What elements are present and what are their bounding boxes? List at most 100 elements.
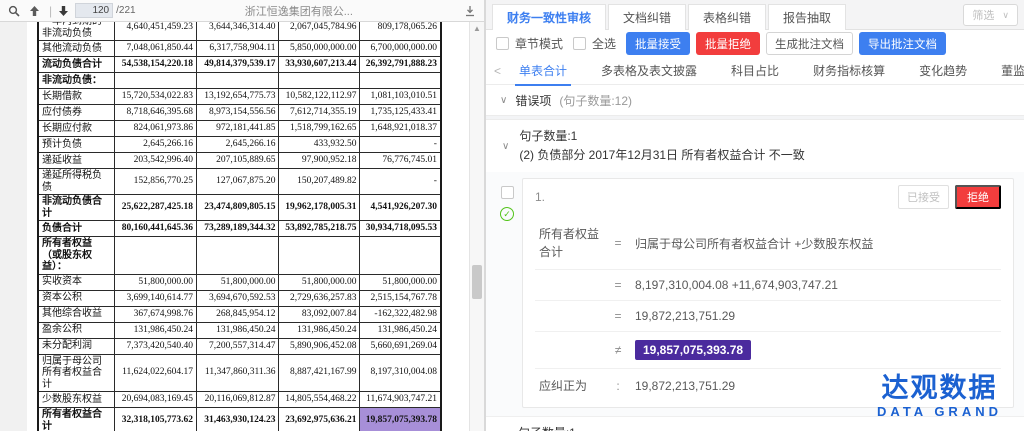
error-card-zone: ✓ 1. 已接受 拒绝 所有者权益合计=归属于母公司所有者权益合计 +少数股东权… (486, 172, 1024, 416)
table-row: 流动负债合计54,538,154,220.1849,814,379,539.17… (38, 57, 441, 73)
select-all-checkbox[interactable] (573, 37, 586, 50)
value-cell: 14,805,554,468.22 (279, 392, 360, 408)
error-list-item[interactable]: >句子数量:12、合并利润表 2017年度 二、营业总成本 不一致 (486, 416, 1024, 431)
document-title: 浙江恒逸集团有限公... (136, 3, 462, 19)
formula-value: 8,197,310,004.08 +11,674,903,747.21 (631, 270, 1001, 301)
value-cell: 4,541,926,207.30 (360, 195, 441, 221)
value-cell (114, 237, 196, 275)
row-label: 长期借款 (38, 89, 114, 105)
arrow-up-icon[interactable] (26, 3, 42, 19)
value-cell: 2,729,636,257.83 (279, 290, 360, 306)
generate-annotated-doc-button[interactable]: 生成批注文档 (766, 32, 853, 55)
table-row: 长期应付款824,061,973.86972,181,441.851,518,7… (38, 121, 441, 137)
subtab-multi-table-disclosure[interactable]: 多表格及表文披露 (591, 56, 707, 86)
value-cell: 127,067,875.20 (196, 169, 278, 195)
value-cell: 83,092,007.84 (279, 306, 360, 322)
value-cell: 6,700,000,000.00 (360, 41, 441, 57)
value-cell: 1,735,125,433.41 (360, 105, 441, 121)
table-row: 其他流动负债7,048,061,850.446,317,758,904.115,… (38, 41, 441, 57)
value-cell: 31,463,930,124.23 (196, 408, 278, 431)
value-cell: 131,986,450.24 (279, 322, 360, 338)
value-cell: 73,289,189,344.32 (196, 221, 278, 237)
value-cell: 53,892,785,218.75 (279, 221, 360, 237)
value-cell: 824,061,973.86 (114, 121, 196, 137)
page-number-input[interactable] (75, 3, 113, 18)
error-group-header[interactable]: ∨ 错误项 (句子数量:12) (486, 85, 1024, 115)
subtab-trend[interactable]: 变化趋势 (909, 56, 977, 86)
formula-row: ≠19,857,075,393.78 (535, 332, 1001, 369)
formula-row: 应纠正为:19,872,213,751.29 (535, 369, 1001, 404)
value-cell (196, 237, 278, 275)
value-cell: 367,674,998.76 (114, 306, 196, 322)
value-cell: 5,660,691,269.04 (360, 338, 441, 354)
formula-value: 19,857,075,393.78 (631, 332, 1001, 369)
value-cell: 433,932.50 (279, 137, 360, 153)
value-cell (279, 73, 360, 89)
row-label: 一年内到期的非流动负债 (38, 22, 114, 41)
value-cell: 51,800,000.00 (114, 274, 196, 290)
row-label: 归属于母公司所有者权益合计 (38, 354, 114, 392)
row-label: 预计负债 (38, 137, 114, 153)
value-cell: 6,317,758,904.11 (196, 41, 278, 57)
table-row: 少数股东权益20,694,083,169.4520,116,069,812.87… (38, 392, 441, 408)
tab-document-correction[interactable]: 文档纠错 (608, 4, 686, 30)
value-cell: 11,674,903,747.21 (360, 392, 441, 408)
value-cell: 51,800,000.00 (360, 274, 441, 290)
pdf-scrollbar[interactable]: ▲ (469, 22, 484, 431)
accepted-button[interactable]: 已接受 (898, 185, 949, 209)
chapter-mode-checkbox[interactable] (496, 37, 509, 50)
value-cell (360, 73, 441, 89)
row-label: 所有者权益合计 (38, 408, 114, 431)
value-cell: 13,192,654,775.73 (196, 89, 278, 105)
value-cell: 23,474,809,805.15 (196, 195, 278, 221)
value-cell: 809,178,065.26 (360, 22, 441, 41)
row-label: 流动负债合计 (38, 57, 114, 73)
subtab-financial-indicator[interactable]: 财务指标核算 (803, 56, 895, 86)
download-icon[interactable] (462, 3, 478, 19)
table-row: 预计负债2,645,266.162,645,266.16433,932.50- (38, 137, 441, 153)
filter-dropdown[interactable]: 筛选 ∨ (963, 4, 1018, 26)
formula-value: 19,872,213,751.29 (631, 369, 1001, 404)
value-cell: 2,067,045,784.96 (279, 22, 360, 41)
balance-sheet-table: 一年内到期的非流动负债4,640,451,459.233,644,346,314… (37, 22, 442, 431)
chevron-left-icon[interactable]: < (494, 64, 501, 78)
value-cell: 972,181,441.85 (196, 121, 278, 137)
row-label: 少数股东权益 (38, 392, 114, 408)
reject-button[interactable]: 拒绝 (955, 185, 1001, 209)
value-cell (114, 73, 196, 89)
value-cell: 131,986,450.24 (196, 322, 278, 338)
table-row: 所有者权益合计32,318,105,773.6231,463,930,124.2… (38, 408, 441, 431)
subtab-account-ratio[interactable]: 科目占比 (721, 56, 789, 86)
arrow-down-icon[interactable] (55, 3, 71, 19)
row-label: 负债合计 (38, 221, 114, 237)
chevron-down-icon: ∨ (1002, 10, 1009, 21)
search-icon[interactable] (6, 3, 22, 19)
module-tab-bar: 财务一致性审核 文档纠错 表格纠错 报告抽取 筛选 ∨ (486, 0, 1024, 30)
value-cell: 51,800,000.00 (196, 274, 278, 290)
table-row: 资本公积3,699,140,614.773,694,670,592.532,72… (38, 290, 441, 306)
formula-value: 归属于母公司所有者权益合计 +少数股东权益 (631, 217, 1001, 270)
value-cell: 20,694,083,169.45 (114, 392, 196, 408)
category-tab-bar: < 单表合计 多表格及表文披露 科目占比 财务指标核算 变化趋势 董监高人员 变… (486, 57, 1024, 85)
pdf-page: 一年内到期的非流动负债4,640,451,459.233,644,346,314… (27, 22, 469, 431)
subtab-single-table-total[interactable]: 单表合计 (509, 56, 577, 86)
scrollbar-thumb[interactable] (472, 265, 482, 299)
scrollbar-up-arrow[interactable]: ▲ (472, 24, 482, 34)
chevron-down-icon: ∨ (500, 95, 507, 106)
batch-reject-button[interactable]: 批量拒绝 (696, 32, 760, 55)
error-item-header[interactable]: ∨ 句子数量:1 (2) 负债部分 2017年12月31日 所有者权益合计 不一… (486, 120, 1024, 172)
subtab-executives[interactable]: 董监高人员 (991, 56, 1024, 86)
value-cell: 26,392,791,888.23 (360, 57, 441, 73)
tab-report-extraction[interactable]: 报告抽取 (768, 4, 846, 30)
error-item-checkbox[interactable] (501, 186, 514, 199)
formula-operator: ≠ (605, 332, 631, 369)
export-annotated-doc-button[interactable]: 导出批注文档 (859, 32, 946, 55)
error-detail-card: 1. 已接受 拒绝 所有者权益合计=归属于母公司所有者权益合计 +少数股东权益=… (522, 178, 1014, 408)
batch-accept-button[interactable]: 批量接受 (626, 32, 690, 55)
value-cell: 5,850,000,000.00 (279, 41, 360, 57)
row-label: 未分配利润 (38, 338, 114, 354)
error-item-title: (2) 负债部分 2017年12月31日 所有者权益合计 不一致 (519, 146, 804, 165)
tab-table-correction[interactable]: 表格纠错 (688, 4, 766, 30)
row-label: 递延收益 (38, 153, 114, 169)
tab-financial-consistency[interactable]: 财务一致性审核 (492, 4, 606, 30)
